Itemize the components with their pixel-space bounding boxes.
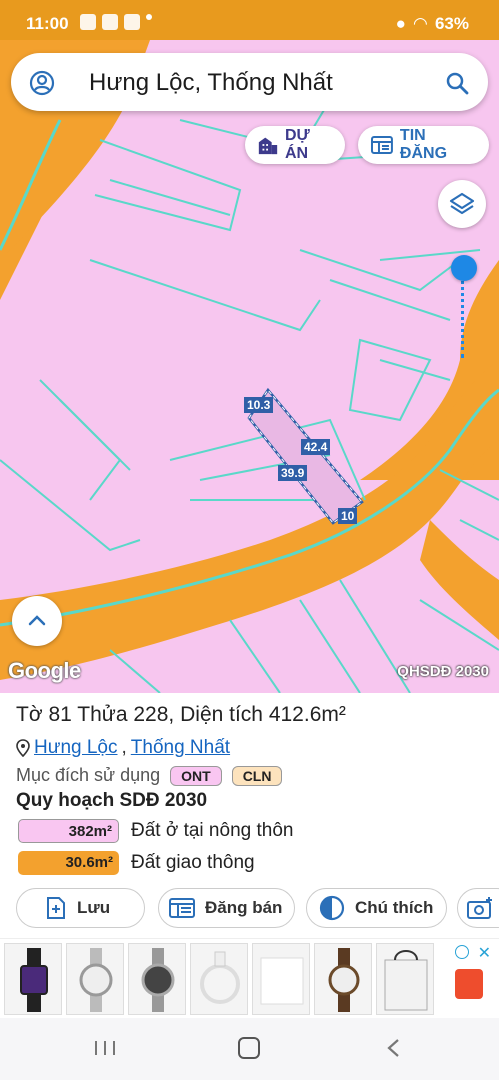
status-bar: 11:00 ● ◠ 63% [0, 0, 499, 40]
location-separator: , [121, 737, 127, 758]
ad-product-image[interactable] [128, 943, 186, 1015]
sheet-number: 81 [48, 703, 72, 726]
parcel-info-panel: Tờ 81 Thửa 228, Diện tích 412.6m² Hưng L… [0, 693, 499, 938]
ad-info-icon[interactable] [455, 945, 469, 959]
ward-link[interactable]: Hưng Lộc [34, 737, 118, 759]
ad-product-image[interactable] [66, 943, 124, 1015]
plot-number: 228 [133, 703, 169, 726]
building-icon [258, 137, 278, 155]
dimension-label-top: 10.3 [244, 397, 274, 413]
google-logo: Google [8, 658, 81, 683]
add-photo-icon [467, 897, 492, 919]
add-photo-button[interactable] [457, 888, 499, 928]
search-icon[interactable] [444, 70, 470, 96]
district-link[interactable]: Thống Nhất [131, 737, 230, 759]
project-button[interactable]: DỰ ÁN [245, 126, 345, 164]
plan-area-residential: 382m² [18, 819, 119, 843]
land-use-label: Mục đích sử dụng [16, 765, 161, 785]
ad-banner[interactable]: ✕ [0, 938, 499, 1018]
location-row: Hưng Lộc , Thống Nhất [16, 737, 230, 759]
legend-button[interactable]: Chú thích [306, 888, 447, 928]
notification-icons [80, 14, 152, 30]
project-button-label: DỰ ÁN [285, 127, 310, 162]
area-value: 412.6m² [268, 703, 346, 726]
dimension-label-right: 42.4 [301, 439, 331, 455]
sell-button-label: Đăng bán [205, 898, 283, 917]
plan-area-traffic: 30.6m² [18, 851, 119, 875]
chevron-up-icon [28, 615, 46, 626]
parcel-title: Tờ 81 Thửa 228, Diện tích 412.6m² [16, 703, 346, 727]
land-use-tag-cln[interactable]: CLN [231, 765, 283, 786]
plan-label-residential: Đất ở tại nông thôn [131, 820, 294, 841]
notification-icon [102, 14, 118, 30]
location-icon: ● [395, 14, 406, 33]
listing-button-label: TIN ĐĂNG [399, 127, 448, 162]
location-pin-icon [16, 739, 30, 757]
layers-button[interactable] [438, 180, 486, 228]
dimension-label-left: 39.9 [278, 465, 308, 481]
ad-close-icon[interactable]: ✕ [478, 943, 491, 963]
expand-panel-button[interactable] [12, 596, 62, 646]
save-button-label: Lưu [77, 898, 111, 917]
listing-icon [370, 136, 393, 154]
title-comma: , [168, 703, 175, 726]
account-icon[interactable] [29, 70, 55, 96]
ad-product-image[interactable] [190, 943, 248, 1015]
opacity-slider-knob[interactable] [451, 255, 477, 281]
battery-label: 63% [434, 14, 469, 33]
contrast-icon [319, 895, 345, 921]
wifi-icon: ◠ [413, 14, 427, 33]
plan-row-traffic: 30.6m² Đất giao thông [18, 851, 255, 875]
notification-icon [80, 14, 96, 30]
listing-button[interactable]: TIN ĐĂNG [358, 126, 489, 164]
land-use-tag-ont[interactable]: ONT [170, 765, 222, 786]
search-bar[interactable]: Hưng Lộc, Thống Nhất [11, 53, 488, 111]
listing-icon [169, 898, 195, 918]
save-button[interactable]: Lưu [16, 888, 145, 928]
layer-name-label: QHSDĐ 2030 [397, 663, 489, 680]
sheet-label: Tờ [16, 703, 43, 726]
area-label: Diện tích [180, 703, 263, 726]
system-nav-bar [0, 1018, 499, 1080]
plot-label: Thửa [77, 703, 128, 726]
app-screen: 10.3 42.4 39.9 10 DỰ ÁN TIN ĐĂNG Google … [0, 0, 499, 1080]
ad-product-image[interactable] [376, 943, 434, 1015]
land-use-row: Mục đích sử dụng ONT CLN [16, 765, 283, 786]
add-document-icon [47, 897, 65, 919]
home-icon[interactable] [238, 1037, 260, 1059]
layers-icon [449, 192, 475, 215]
opacity-slider-track[interactable] [461, 268, 466, 358]
plan-row-residential: 382m² Đất ở tại nông thôn [18, 819, 293, 843]
dimension-label-bottom: 10 [338, 508, 358, 524]
ad-product-image[interactable] [4, 943, 62, 1015]
ad-product-image[interactable] [252, 943, 310, 1015]
legend-button-label: Chú thích [355, 898, 434, 917]
plan-label-traffic: Đất giao thông [131, 852, 255, 873]
back-icon[interactable] [384, 1037, 404, 1059]
search-input[interactable]: Hưng Lộc, Thống Nhất [89, 69, 333, 97]
status-time: 11:00 [26, 14, 69, 33]
recent-apps-icon[interactable] [92, 1039, 118, 1057]
more-notifications-icon [146, 14, 152, 20]
system-icons: ● ◠ 63% [396, 14, 469, 34]
shopee-logo-icon[interactable] [455, 969, 483, 999]
sell-button[interactable]: Đăng bán [158, 888, 295, 928]
ad-product-image[interactable] [314, 943, 372, 1015]
plan-title: Quy hoạch SDĐ 2030 [16, 790, 208, 811]
notification-icon [124, 14, 140, 30]
